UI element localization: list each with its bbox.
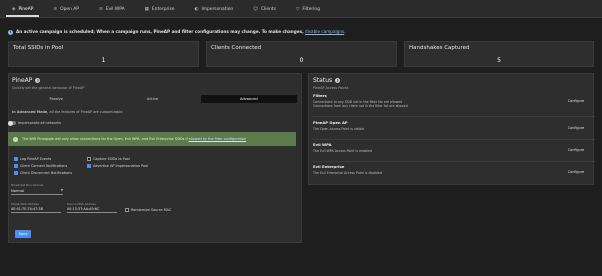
- pineapple-icon: ◈: [12, 6, 16, 12]
- target-mac-input[interactable]: AE:01:7E:74:47:3B: [11, 207, 61, 213]
- tab-label: PineAP: [18, 6, 34, 12]
- campaign-banner: i An active campaign is scheduled; When …: [8, 29, 346, 35]
- top-nav: ◈ PineAP ≋ Open AP ≋ Evil WPA ▦ Enterpri…: [0, 0, 602, 18]
- mode-selector: Passive Active Advanced: [8, 95, 297, 103]
- stat-card-clients: Clients Connected 0: [206, 41, 397, 67]
- check-icon: ✓: [13, 136, 18, 142]
- building-icon: ▦: [144, 6, 149, 12]
- people-icon: ☺: [253, 6, 258, 12]
- status-subtitle: PineAP Access Points: [313, 86, 349, 90]
- status-title: Status ?: [313, 77, 341, 84]
- broadcast-label: Broadcast Pool Interval: [11, 183, 44, 187]
- filter-alert: ✓ The WiFi Pineapple will only allow con…: [8, 132, 296, 146]
- impersonate-toggle[interactable]: [8, 120, 16, 126]
- tab-label: Open AP: [60, 6, 79, 12]
- info-icon: i: [8, 29, 13, 35]
- randomize-mac-checkbox[interactable]: Randomize Source MAC: [125, 208, 171, 213]
- tab-impersonation[interactable]: ◐ Impersonation: [189, 4, 240, 17]
- capture-ssids-checkbox[interactable]: Capture SSIDs to Pool: [87, 157, 130, 162]
- tab-label: Clients: [260, 6, 276, 12]
- chevron-down-icon: ▼: [60, 188, 63, 193]
- mode-advanced[interactable]: Advanced: [200, 95, 297, 103]
- advanced-note: In Advanced Mode, all the features of Pi…: [12, 110, 124, 114]
- checkbox[interactable]: [87, 157, 91, 162]
- save-button[interactable]: Save: [15, 230, 31, 238]
- status-row-evil-enterprise: Evil Enterprise The Evil Enterprise Acce…: [313, 163, 594, 185]
- tab-enterprise[interactable]: ▦ Enterprise: [139, 4, 181, 17]
- target-mac-label: Target MAC Address: [11, 202, 39, 206]
- checkbox[interactable]: [87, 164, 91, 169]
- stat-value: 5: [497, 57, 501, 64]
- tab-open-ap[interactable]: ≋ Open AP: [47, 4, 85, 17]
- row-title: Filters: [313, 93, 327, 98]
- divider: [312, 161, 595, 162]
- tab-label: Filtering: [302, 6, 321, 12]
- help-icon[interactable]: ?: [35, 78, 41, 84]
- stat-value: 0: [299, 57, 304, 64]
- tab-filtering[interactable]: ▽ Filtering: [290, 4, 326, 17]
- mode-active[interactable]: Active: [104, 95, 200, 103]
- broadcast-interval-select[interactable]: Normal ▼: [11, 188, 63, 195]
- row-title: Evil Enterprise: [313, 164, 345, 169]
- divider: [312, 116, 595, 117]
- source-mac-label: Source MAC Address: [67, 202, 96, 206]
- wifi-icon: ≋: [53, 6, 58, 12]
- tab-label: Impersonation: [201, 6, 234, 12]
- tab-pineap[interactable]: ◈ PineAP: [6, 4, 40, 17]
- filter-icon: ▽: [295, 6, 300, 12]
- checkbox[interactable]: [14, 157, 18, 162]
- row-desc: Connections to any SSID not in the filte…: [313, 100, 408, 109]
- divider: [312, 139, 595, 140]
- pineap-title: PineAP ?: [12, 77, 41, 84]
- status-row-evil-wpa: Evil WPA The Evil WPA Access Point is en…: [313, 141, 594, 163]
- wifi-lock-icon: ≋: [98, 6, 103, 12]
- stat-card-handshakes: Handshakes Captured 5: [404, 41, 594, 67]
- checkbox[interactable]: [125, 208, 129, 213]
- row-desc: The Evil WPA Access Point is enabled: [313, 149, 372, 153]
- tab-label: Evil WPA: [105, 6, 125, 12]
- log-events-checkbox[interactable]: Log PineAP Events: [14, 157, 51, 162]
- configure-button[interactable]: Configure: [564, 169, 588, 176]
- pineap-subtitle: Quickly set the general behavior of Pine…: [12, 86, 85, 90]
- configure-button[interactable]: Configure: [564, 147, 588, 154]
- stat-label: Total SSIDs in Pool: [13, 45, 64, 51]
- help-icon[interactable]: ?: [335, 78, 341, 84]
- configure-button[interactable]: Configure: [564, 125, 588, 132]
- impersonate-label: Impersonate all networks: [18, 121, 62, 125]
- mode-passive[interactable]: Passive: [8, 95, 104, 103]
- configure-button[interactable]: Configure: [564, 98, 588, 105]
- status-row-open-ap: PineAP Open AP The Open Access Point is …: [313, 119, 594, 141]
- stat-card-ssids: Total SSIDs in Pool 1: [8, 41, 199, 67]
- status-row-filters: Filters Connections to any SSID not in t…: [313, 92, 594, 114]
- tab-label: Enterprise: [151, 6, 175, 12]
- checkbox[interactable]: [14, 164, 18, 169]
- row-desc: The Evil Enterprise Access Point is disa…: [313, 171, 382, 175]
- row-desc: The Open Access Point is visible: [313, 127, 365, 131]
- stat-label: Clients Connected: [211, 45, 262, 51]
- disable-campaigns-link[interactable]: disable campaigns: [305, 29, 344, 34]
- tab-evil-wpa[interactable]: ≋ Evil WPA: [93, 4, 131, 17]
- row-title: Evil WPA: [313, 142, 332, 147]
- stat-value: 1: [101, 57, 106, 64]
- filter-config-link[interactable]: allowed by the filter configuration: [189, 137, 246, 141]
- mask-icon: ◐: [194, 6, 199, 12]
- connect-notify-checkbox[interactable]: Client Connect Notifications: [14, 164, 67, 169]
- row-title: PineAP Open AP: [313, 120, 348, 125]
- stat-label: Handshakes Captured: [409, 45, 470, 51]
- banner-text: An active campaign is scheduled; When a …: [16, 29, 304, 35]
- alert-text: The WiFi Pineapple will only allow conne…: [22, 136, 188, 141]
- source-mac-input[interactable]: 00:13:37:AA:A9:6C: [67, 207, 117, 213]
- tab-clients[interactable]: ☺ Clients: [247, 4, 282, 17]
- advertise-pool-checkbox[interactable]: Advertise AP Impersonation Pool: [87, 164, 148, 169]
- checkbox[interactable]: [14, 171, 18, 176]
- disconnect-notify-checkbox[interactable]: Client Disconnect Notifications: [14, 171, 72, 176]
